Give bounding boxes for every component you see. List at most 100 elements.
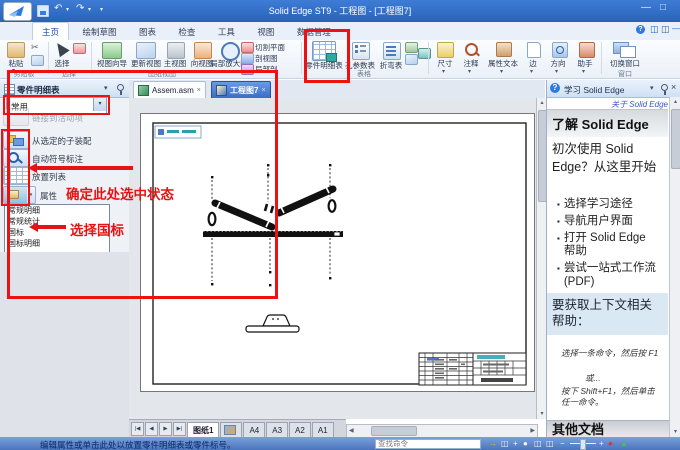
qat-customize-icon[interactable]: ▾ — [100, 7, 103, 13]
sheet-tab-a2[interactable]: A2 — [289, 422, 311, 438]
mdi-window-icon[interactable]: ◫ — [650, 24, 659, 35]
scroll-right-icon[interactable]: ▶ — [530, 428, 535, 434]
record-icon[interactable]: ● — [608, 437, 613, 450]
zoom-icon[interactable]: ● — [523, 437, 528, 450]
tab-tools[interactable]: 工具 — [209, 23, 244, 40]
go-icon[interactable]: → — [489, 437, 497, 450]
list-item[interactable]: ▪打开 Solid Edge 帮助 — [557, 232, 660, 260]
hole-table-icon[interactable] — [352, 42, 370, 60]
view-wizard-icon[interactable] — [102, 42, 122, 59]
hscroll-thumb[interactable] — [371, 426, 417, 436]
switch-window-button[interactable] — [613, 42, 637, 57]
sheet-first-button[interactable]: |◀ — [131, 422, 144, 436]
close-icon[interactable]: × — [671, 82, 676, 92]
orientation-dropdown-icon[interactable]: ▾ — [555, 69, 558, 75]
mdi-cascade-icon[interactable]: ◫ — [661, 24, 670, 35]
sheet-tab-a3[interactable]: A3 — [266, 422, 288, 438]
copy-icon[interactable] — [31, 55, 44, 66]
bullet-icon: ▪ — [557, 215, 560, 229]
edge-icon[interactable] — [527, 42, 541, 58]
update-view-label: 更新视图 — [128, 60, 164, 68]
cutting-plane-icon[interactable] — [241, 42, 254, 53]
property-text-dropdown-icon[interactable]: ▾ — [500, 69, 503, 75]
list-item[interactable]: ▪选择学习途径 — [557, 198, 660, 212]
panel-pin-icon[interactable] — [661, 84, 668, 91]
save-button[interactable] — [37, 5, 49, 17]
fit-view-icon[interactable]: ◫ — [501, 437, 509, 450]
bullet-icon: ▪ — [557, 262, 560, 290]
zoom-area-icon[interactable]: + — [513, 437, 518, 450]
annotation-arrow-auto-balloon — [36, 166, 133, 170]
select-options-icon[interactable] — [73, 43, 86, 54]
dimension-icon[interactable] — [437, 42, 454, 58]
find-command-input[interactable] — [375, 439, 481, 449]
principal-view-label: 主视图 — [160, 60, 190, 68]
principal-view-icon[interactable] — [167, 42, 185, 59]
orientation-icon[interactable] — [552, 42, 568, 58]
tab-diagram[interactable]: 图表 — [130, 23, 165, 40]
zoom-out-icon[interactable]: − — [560, 437, 565, 450]
help-icon[interactable]: ? — [636, 25, 645, 34]
maximize-button[interactable]: □ — [660, 3, 666, 13]
minimize-button[interactable]: — — [641, 3, 651, 13]
app-logo[interactable] — [3, 2, 32, 21]
annotation-dropdown-icon[interactable]: ▾ — [468, 69, 471, 75]
annotation-label: 注释 — [457, 60, 485, 68]
table-extra1-icon[interactable] — [405, 42, 418, 53]
learn-panel-header: ? 学习 Solid Edge ▾ × — [547, 80, 680, 98]
panel-scroll-thumb[interactable] — [671, 109, 680, 169]
sheet-prev-button[interactable]: ◀ — [145, 422, 158, 436]
annotation-box-icon-column — [1, 129, 30, 206]
pan-icon[interactable]: ◫ — [534, 437, 542, 450]
scroll-left-icon[interactable]: ◀ — [349, 428, 354, 434]
sheet-tab-sheet1[interactable]: 图纸1 — [187, 422, 219, 438]
dimension-label: 尺寸 — [431, 60, 459, 68]
dimension-dropdown-icon[interactable]: ▾ — [442, 69, 445, 75]
upload-icon[interactable]: ▲ — [620, 437, 628, 450]
assistant-icon[interactable] — [579, 42, 595, 58]
sheet-next-button[interactable]: ▶ — [159, 422, 172, 436]
annotation-icon[interactable] — [465, 43, 478, 56]
redo-dropdown-icon[interactable]: ▾ — [88, 7, 91, 13]
bend-table-icon[interactable] — [383, 42, 401, 60]
scroll-down-icon[interactable]: ▾ — [670, 429, 680, 435]
sheet-tab-a4[interactable]: A4 — [243, 422, 265, 438]
previous-view-icon[interactable]: ◫ — [546, 437, 554, 450]
background-sheet-icon — [224, 425, 236, 435]
status-message[interactable]: 编辑属性或单击此处以放置零件明细表或零件标号。 — [40, 439, 236, 450]
zoom-slider-thumb[interactable] — [580, 439, 586, 450]
tab-sketch[interactable]: 绘制草图 — [73, 23, 125, 40]
list-item[interactable]: ▪导航用户界面 — [557, 215, 660, 229]
scroll-up-icon[interactable]: ▴ — [670, 97, 680, 105]
tab-view[interactable]: 视图 — [248, 23, 283, 40]
tab-inspect[interactable]: 检查 — [169, 23, 204, 40]
sheet-tab-a1[interactable]: A1 — [312, 422, 334, 438]
cut-icon[interactable]: ✂ — [31, 42, 39, 53]
section-view-label[interactable]: 剖视图 — [255, 55, 278, 63]
panel-vscrollbar[interactable]: ▴ ▾ — [669, 97, 680, 437]
canvas-hscrollbar[interactable]: ◀ ▶ — [346, 424, 538, 438]
panel-menu-icon[interactable]: ▾ — [650, 84, 654, 92]
table-extra3-icon[interactable] — [418, 48, 431, 59]
select-cursor-icon[interactable] — [52, 40, 69, 58]
undo-button[interactable]: ↶ — [54, 4, 62, 14]
section-view-icon[interactable] — [241, 53, 254, 64]
undo-dropdown-icon[interactable]: ▾ — [66, 7, 69, 13]
table-extra2-icon[interactable] — [405, 54, 418, 65]
aux-view-icon[interactable] — [194, 42, 212, 59]
mdi-minimize-icon[interactable]: — — [672, 24, 680, 33]
sheet-tab-background[interactable] — [220, 422, 242, 438]
save-icon — [40, 11, 46, 15]
edge-dropdown-icon[interactable]: ▾ — [530, 69, 533, 75]
paste-button[interactable] — [7, 42, 25, 58]
list-item[interactable]: ▪尝试一站式工作流 (PDF) — [557, 262, 660, 290]
cutting-plane-label[interactable]: 切割平面 — [255, 44, 285, 52]
zoom-in-icon[interactable]: + — [599, 437, 604, 450]
update-view-icon[interactable] — [136, 42, 156, 59]
redo-button[interactable]: ↷ — [76, 4, 84, 14]
sheet-last-button[interactable]: ▶| — [173, 422, 186, 436]
tab-home[interactable]: 主页 — [32, 22, 69, 40]
property-text-icon[interactable] — [496, 42, 512, 57]
annotation-box-dropdown — [3, 95, 110, 115]
assistant-dropdown-icon[interactable]: ▾ — [582, 69, 585, 75]
